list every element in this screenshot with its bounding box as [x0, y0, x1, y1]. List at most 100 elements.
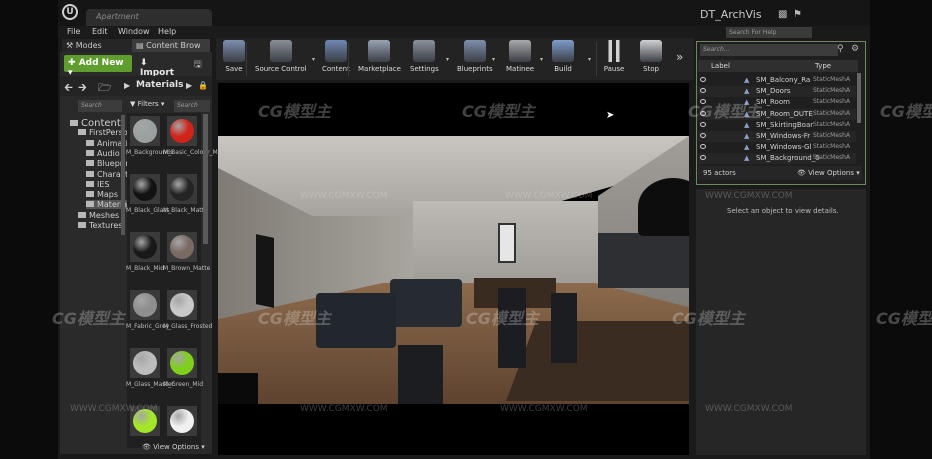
outliner-row-label: SM_Room: [756, 98, 790, 107]
toolbar-button-matinee[interactable]: Matinee: [506, 40, 534, 73]
toolbar-label: Marketplace: [358, 65, 401, 73]
chat-icon[interactable]: ▩: [778, 9, 787, 20]
folder-tree-item[interactable]: Maps: [86, 190, 118, 199]
dining-chair: [551, 293, 577, 363]
folder-tree-item[interactable]: Textures: [78, 221, 122, 230]
path-current-folder[interactable]: Materials: [136, 80, 183, 90]
material-asset-thumbnail[interactable]: [167, 348, 197, 378]
help-search-input[interactable]: Search For Help: [726, 27, 812, 38]
outliner-scrollbar[interactable]: [857, 73, 861, 123]
folder-icon[interactable]: 🗁: [98, 79, 112, 98]
add-new-label: Add New: [78, 58, 124, 68]
outliner-row-label: SM_Background_0: [756, 154, 820, 163]
material-asset-label: M_Black_Glass: [126, 207, 170, 214]
watermark-logo: CG模型主: [672, 309, 745, 328]
toolbar-button-blueprints[interactable]: Blueprints: [457, 40, 493, 73]
outliner-col-type[interactable]: Type: [815, 62, 831, 70]
folder-tree-scrollbar[interactable]: [121, 115, 125, 235]
material-asset-thumbnail[interactable]: [167, 174, 197, 204]
tab-modes[interactable]: ⚒ Modes: [62, 39, 132, 52]
outliner-row-type: StaticMeshA: [813, 132, 851, 139]
watermark-url: WWW.CGMXW.COM: [505, 191, 593, 201]
visibility-eye-icon[interactable]: [700, 155, 706, 161]
lock-icon[interactable]: 🔒: [198, 81, 208, 90]
toolbar-dropdown-caret-icon[interactable]: ▾: [312, 56, 315, 63]
material-preview-sphere: [133, 351, 157, 375]
folder-tree-item[interactable]: Meshes: [78, 211, 119, 220]
material-asset-thumbnail[interactable]: [167, 116, 197, 146]
folder-tree-item[interactable]: Audio: [86, 149, 120, 158]
filters-button[interactable]: ▼ Filters ▾: [130, 100, 164, 108]
asset-search-input[interactable]: Search: [174, 100, 210, 112]
material-asset-thumbnail[interactable]: [167, 406, 197, 436]
outliner-row[interactable]: ▲ SM_Background_0 StaticMeshA: [698, 153, 856, 165]
unreal-logo-icon[interactable]: U: [62, 4, 78, 20]
outliner-row[interactable]: ▲ SM_Windows-Gl StaticMeshA: [698, 142, 856, 153]
toolbar-dropdown-caret-icon[interactable]: ▾: [588, 56, 591, 63]
toolbar-button-stop[interactable]: Stop: [640, 40, 662, 73]
visibility-eye-icon[interactable]: [700, 88, 706, 94]
toolbar-dropdown-caret-icon[interactable]: ▾: [540, 56, 543, 63]
flag-icon[interactable]: ⚑: [793, 9, 802, 20]
back-arrow-icon[interactable]: 🡰: [64, 79, 73, 98]
view-options-button[interactable]: 👁 View Options ▾: [142, 443, 205, 451]
static-mesh-icon: ▲: [744, 154, 750, 163]
blueprints-icon: [463, 40, 486, 62]
outliner-row[interactable]: ▲ SM_Doors StaticMeshA: [698, 86, 856, 98]
toolbar-label: Build: [554, 65, 572, 73]
visibility-eye-icon[interactable]: [700, 121, 706, 127]
folder-search-input[interactable]: Search: [78, 100, 122, 112]
menu-edit[interactable]: Edit: [92, 27, 108, 36]
material-asset-thumbnail[interactable]: [130, 290, 160, 320]
visibility-eye-icon[interactable]: [700, 133, 706, 138]
material-asset-thumbnail[interactable]: [130, 232, 160, 262]
toolbar-button-source-control[interactable]: Source Control: [255, 40, 307, 73]
asset-grid-scrollbar[interactable]: [203, 114, 208, 244]
toolbar-button-content[interactable]: Content: [322, 40, 350, 73]
outliner-search-input[interactable]: Search...: [700, 44, 838, 56]
material-preview-sphere: [170, 409, 194, 433]
material-asset-thumbnail[interactable]: [167, 232, 197, 262]
path-next-icon[interactable]: ▶: [186, 81, 192, 90]
kitchen-counter: [598, 233, 689, 288]
toolbar-dropdown-caret-icon[interactable]: ▾: [492, 56, 495, 63]
toolbar-label: Settings: [410, 65, 439, 73]
level-viewport[interactable]: ➤: [218, 83, 689, 455]
watermark-url: WWW.CGMXW.COM: [300, 404, 388, 414]
search-icon[interactable]: ⚲: [837, 44, 844, 54]
outliner-row[interactable]: ▲ SM_Windows-Fr StaticMeshA: [698, 131, 856, 142]
toolbar-overflow-icon[interactable]: »: [676, 50, 683, 64]
outliner-col-label[interactable]: Label: [711, 62, 730, 70]
add-new-button[interactable]: ✚ Add New ▾: [64, 55, 132, 78]
toolbar-button-settings[interactable]: Settings: [410, 40, 439, 73]
material-asset-thumbnail[interactable]: [130, 174, 160, 204]
toolbar-button-build[interactable]: Build: [552, 40, 574, 73]
forward-arrow-icon[interactable]: 🡲: [78, 79, 87, 98]
material-asset-thumbnail[interactable]: [130, 348, 160, 378]
material-preview-sphere: [170, 119, 194, 143]
material-asset-label: M_Glass_Master: [126, 381, 174, 388]
tab-content-browser[interactable]: ▤ Content Brow: [132, 39, 210, 52]
toolbar-button-marketplace[interactable]: Marketplace: [358, 40, 401, 73]
material-asset-label: M_Green_Mid: [163, 381, 203, 388]
save-all-icon[interactable]: 🖫: [194, 57, 202, 73]
folder-icon: [86, 201, 94, 208]
menu-window[interactable]: Window: [118, 27, 150, 36]
material-asset-thumbnail[interactable]: [167, 290, 197, 320]
toolbar-button-pause[interactable]: Pause: [603, 40, 625, 73]
import-button[interactable]: ⬇ Import: [136, 55, 188, 78]
outliner-row[interactable]: ▲ SM_Balcony_Ra StaticMeshA: [698, 75, 856, 86]
toolbar-dropdown-caret-icon[interactable]: ▾: [446, 56, 449, 63]
level-tab[interactable]: Apartment: [86, 9, 212, 26]
outliner-view-options-button[interactable]: 👁 View Options ▾: [797, 169, 860, 177]
menu-file[interactable]: File: [67, 27, 80, 36]
visibility-eye-icon[interactable]: [700, 77, 706, 82]
toolbar-button-save[interactable]: Save: [223, 40, 245, 73]
menu-help[interactable]: Help: [158, 27, 176, 36]
folder-tree-item[interactable]: IES: [86, 180, 110, 189]
outliner-settings-icon[interactable]: ⚙: [851, 44, 859, 54]
material-preview-sphere: [170, 293, 194, 317]
details-empty-message: Select an object to view details.: [727, 207, 839, 215]
material-asset-thumbnail[interactable]: [130, 116, 160, 146]
visibility-eye-icon[interactable]: [700, 144, 706, 150]
